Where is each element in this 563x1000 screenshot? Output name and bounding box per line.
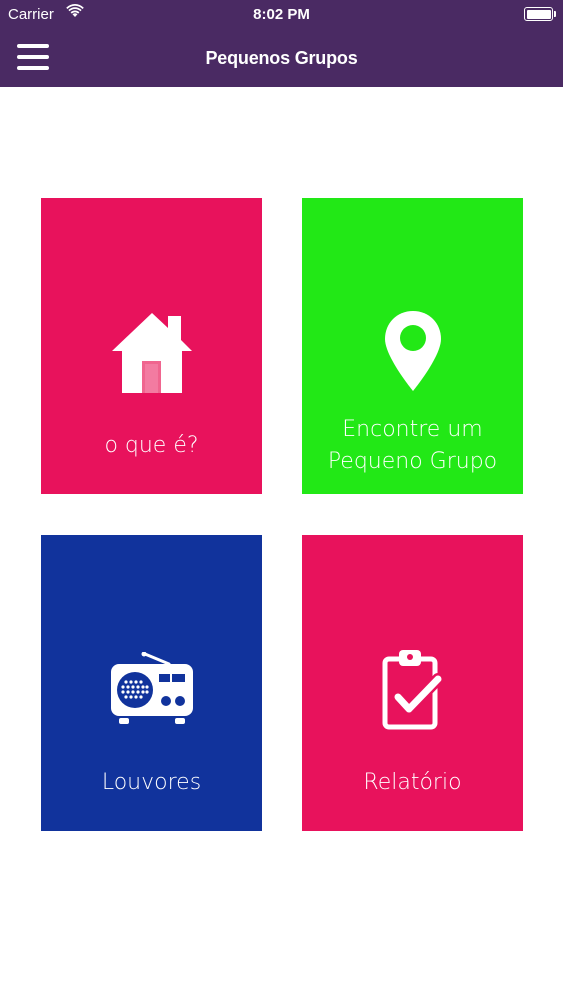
tile-label: o que é? — [104, 433, 199, 458]
battery-icon — [524, 7, 556, 21]
clock: 8:02 PM — [253, 6, 310, 23]
radio-icon — [41, 651, 262, 730]
tile-label-line1: Encontre um — [342, 417, 483, 442]
status-bar: Carrier 8:02 PM — [0, 0, 563, 30]
page-title: Pequenos Grupos — [205, 48, 358, 68]
clipboard-check-icon — [302, 647, 523, 735]
tile-louvores[interactable]: Louvores — [41, 535, 262, 831]
top-bar: Carrier 8:02 PM Pequenos Grupos — [0, 0, 563, 87]
tile-encontre-grupo[interactable]: Encontre um Pequeno Grupo — [302, 198, 523, 494]
tile-label: Relatório — [363, 770, 462, 795]
tile-label-line2: Pequeno Grupo — [327, 449, 498, 474]
tile-relatorio[interactable]: Relatório — [302, 535, 523, 831]
tile-label: Louvores — [101, 770, 202, 795]
navigation-bar: Pequenos Grupos — [0, 30, 563, 87]
house-icon — [41, 311, 262, 397]
tile-o-que-e[interactable]: o que é? — [41, 198, 262, 494]
map-pin-icon — [302, 310, 523, 396]
